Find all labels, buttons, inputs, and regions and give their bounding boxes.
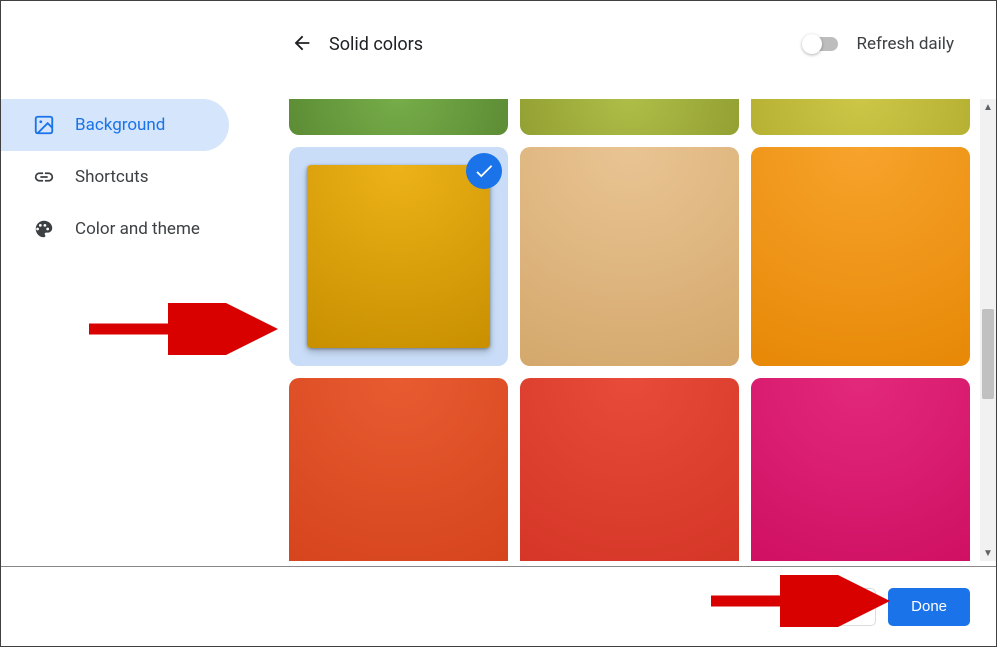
sidebar-item-label: Shortcuts <box>75 167 149 187</box>
link-icon <box>33 166 55 188</box>
annotation-arrow <box>79 303 289 355</box>
color-tile-selected[interactable] <box>289 147 508 366</box>
page-title: Solid colors <box>329 34 423 55</box>
color-tile[interactable] <box>289 99 508 135</box>
toggle-track <box>804 37 838 51</box>
toggle-knob <box>802 34 822 54</box>
color-tile[interactable] <box>520 378 739 561</box>
dialog-header: Solid colors Refresh daily <box>1 1 996 77</box>
scroll-up-icon[interactable]: ▲ <box>980 99 996 115</box>
refresh-daily-toggle[interactable]: Refresh daily <box>804 34 954 54</box>
scrollbar[interactable]: ▲ ▼ <box>980 99 996 561</box>
sidebar-item-label: Background <box>75 115 165 135</box>
checkmark-icon <box>466 153 502 189</box>
scroll-down-icon[interactable]: ▼ <box>980 545 996 561</box>
color-tile[interactable] <box>751 147 970 366</box>
back-button[interactable] <box>287 29 317 59</box>
dialog-footer: Cancel Done <box>1 566 996 646</box>
image-icon <box>33 114 55 136</box>
color-tile[interactable] <box>751 99 970 135</box>
color-tile[interactable] <box>520 147 739 366</box>
done-button[interactable]: Done <box>888 588 970 626</box>
cancel-button[interactable]: Cancel <box>783 588 876 626</box>
sidebar-item-shortcuts[interactable]: Shortcuts <box>11 151 261 203</box>
sidebar: Background Shortcuts Color and theme <box>11 99 261 255</box>
color-tile[interactable] <box>751 378 970 561</box>
color-tile[interactable] <box>289 378 508 561</box>
sidebar-item-label: Color and theme <box>75 219 200 239</box>
palette-icon <box>33 218 55 240</box>
sidebar-item-background[interactable]: Background <box>1 99 229 151</box>
arrow-left-icon <box>291 32 313 57</box>
color-tile[interactable] <box>520 99 739 135</box>
color-grid-scroll-area <box>289 99 984 561</box>
scrollbar-thumb[interactable] <box>982 309 994 399</box>
sidebar-item-color-theme[interactable]: Color and theme <box>11 203 261 255</box>
toggle-label: Refresh daily <box>856 34 954 54</box>
